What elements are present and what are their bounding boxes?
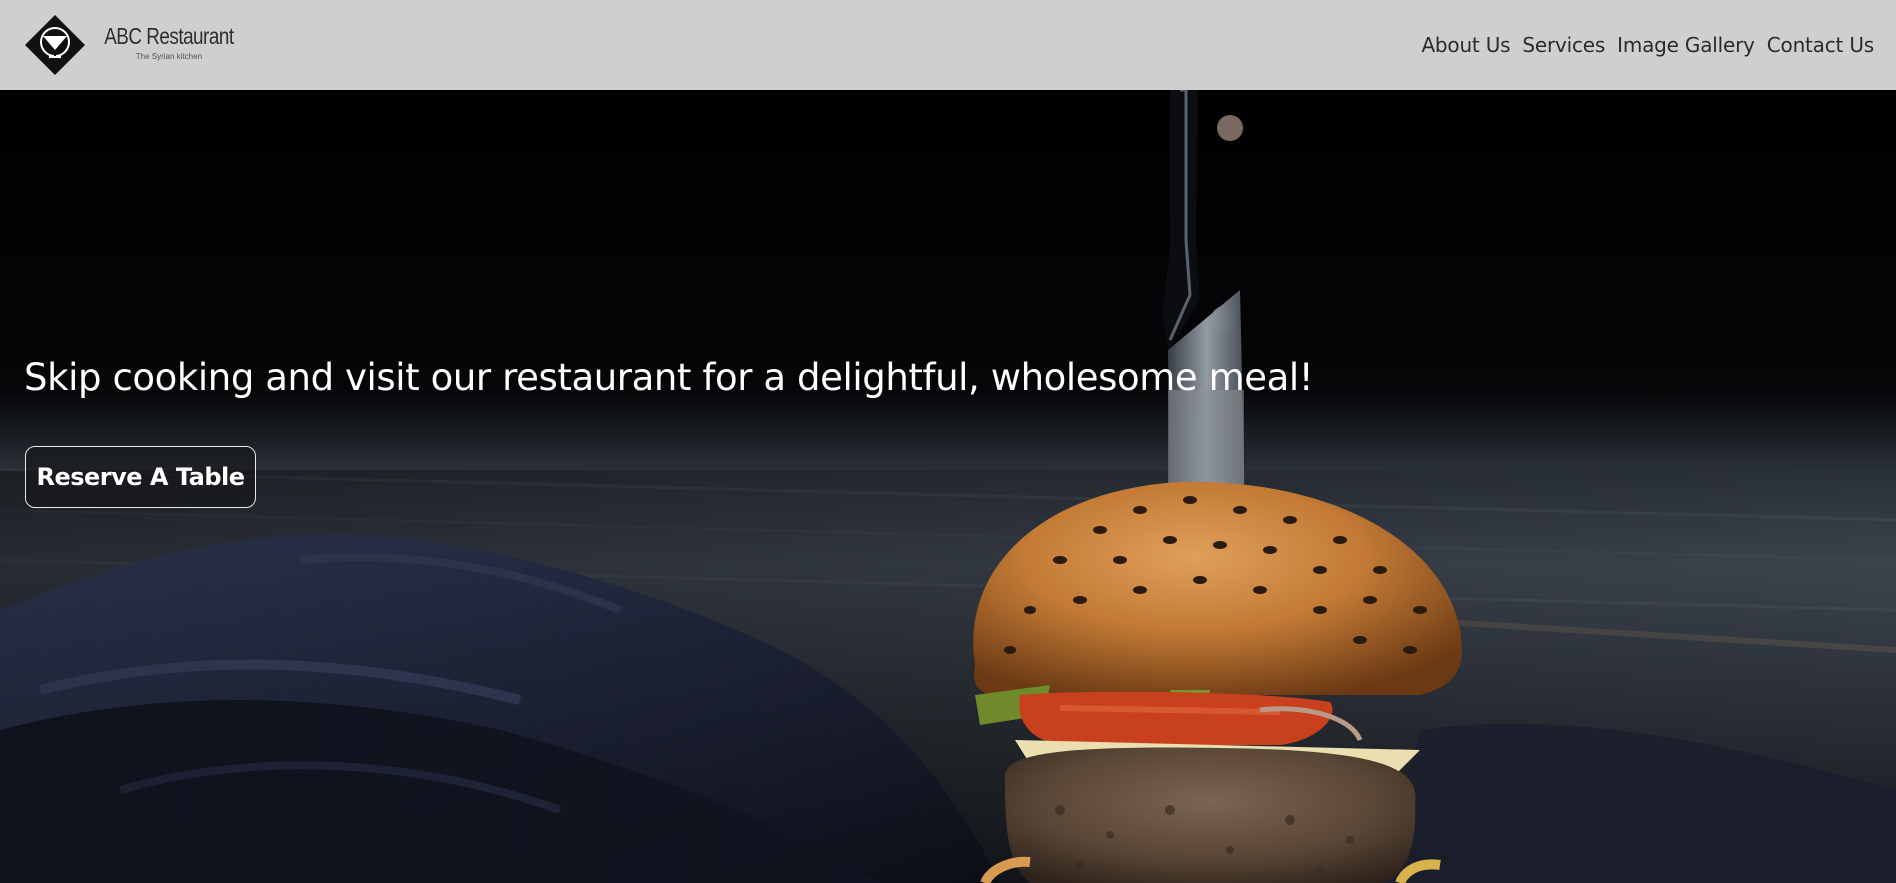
hero-headline: Skip cooking and visit our restaurant fo… [24, 356, 1314, 399]
navbar: ABC Restaurant The Syrian kitchen About … [0, 0, 1896, 90]
nav-link-contact-us[interactable]: Contact Us [1767, 33, 1874, 57]
brand-tagline: The Syrian kitchen [135, 52, 203, 61]
nav-link-image-gallery[interactable]: Image Gallery [1617, 33, 1755, 57]
burger-with-knife-photo [0, 90, 1896, 883]
brand-name: ABC Restaurant [104, 23, 234, 49]
nav-link-about-us[interactable]: About Us [1421, 33, 1510, 57]
page: ABC Restaurant The Syrian kitchen About … [0, 0, 1896, 883]
hero-section: Skip cooking and visit our restaurant fo… [0, 90, 1896, 883]
nav-link-services[interactable]: Services [1522, 33, 1605, 57]
brand-home-link[interactable]: ABC Restaurant The Syrian kitchen [24, 0, 248, 90]
main-nav: About Us Services Image Gallery Contact … [1421, 33, 1874, 57]
cocktail-glass-diamond-icon [25, 15, 85, 75]
brand-text: ABC Restaurant The Syrian kitchen [90, 25, 248, 61]
reserve-table-button[interactable]: Reserve A Table [25, 446, 256, 508]
